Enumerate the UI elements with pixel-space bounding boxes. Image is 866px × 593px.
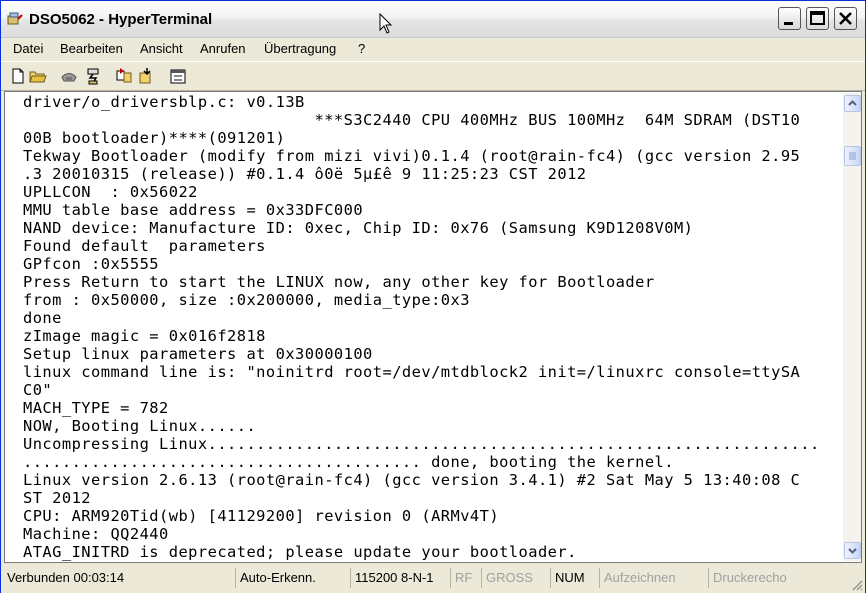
terminal-line: NOW, Booting Linux...... bbox=[23, 417, 257, 435]
terminal-line: NAND device: Manufacture ID: 0xec, Chip … bbox=[23, 219, 694, 237]
status-print-echo: Druckerecho bbox=[708, 568, 848, 588]
status-rf: RF bbox=[450, 568, 480, 588]
hyperterminal-window: DSO5062 - HyperTerminal Datei Bearbeiten… bbox=[0, 0, 866, 593]
terminal-line: ST 2012 bbox=[23, 489, 92, 507]
minimize-icon bbox=[784, 22, 793, 25]
terminal-line: driver/o_driversblp.c: v0.13B bbox=[23, 93, 305, 111]
terminal-line: from : 0x50000, size :0x200000, media_ty… bbox=[23, 291, 470, 309]
scroll-down-button[interactable] bbox=[844, 542, 861, 559]
resize-grip-icon[interactable] bbox=[851, 579, 863, 591]
mouse-cursor-icon bbox=[379, 13, 393, 34]
status-auto-detect: Auto-Erkenn. bbox=[235, 568, 349, 588]
window-title: DSO5062 - HyperTerminal bbox=[29, 11, 213, 28]
menu-bearbeiten[interactable]: Bearbeiten bbox=[60, 41, 123, 56]
terminal-line: MMU table base address = 0x33DFC000 bbox=[23, 201, 364, 219]
minimize-button[interactable] bbox=[778, 7, 801, 30]
terminal-line: Setup linux parameters at 0x30000100 bbox=[23, 345, 373, 363]
terminal-line: Tekway Bootloader (modify from mizi vivi… bbox=[23, 147, 801, 165]
vertical-scrollbar[interactable] bbox=[843, 93, 861, 561]
close-icon bbox=[839, 12, 852, 25]
terminal-line: UPLLCON : 0x56022 bbox=[23, 183, 198, 201]
chevron-down-icon bbox=[848, 548, 857, 554]
status-port-settings: 115200 8-N-1 bbox=[350, 568, 450, 588]
terminal-line: zImage magic = 0x016f2818 bbox=[23, 327, 266, 345]
terminal-line: done bbox=[23, 309, 62, 327]
terminal-line: Linux version 2.6.13 (root@rain-fc4) (gc… bbox=[23, 471, 801, 489]
menu-uebertragung[interactable]: Übertragung bbox=[264, 41, 336, 56]
new-icon[interactable] bbox=[9, 67, 27, 85]
toolbar bbox=[1, 61, 865, 91]
terminal-line: .3 20010315 (release)) #0.1.4 ô0ë 5µ£ê 9… bbox=[23, 165, 587, 183]
status-record: Aufzeichnen bbox=[599, 568, 707, 588]
terminal-line: ........................................… bbox=[23, 453, 674, 471]
menu-ansicht[interactable]: Ansicht bbox=[140, 41, 183, 56]
maximize-button[interactable] bbox=[806, 7, 829, 30]
properties-icon[interactable] bbox=[169, 67, 187, 85]
terminal-line: Found default parameters bbox=[23, 237, 266, 255]
menu-bar: Datei Bearbeiten Ansicht Anrufen Übertra… bbox=[1, 38, 865, 60]
menu-datei[interactable]: Datei bbox=[13, 41, 43, 56]
terminal-line: MACH_TYPE = 782 bbox=[23, 399, 169, 417]
status-caps-lock: GROSS bbox=[481, 568, 549, 588]
terminal-area[interactable]: driver/o_driversblp.c: v0.13B ***S3C2440… bbox=[4, 91, 862, 563]
terminal-line: Press Return to start the LINUX now, any… bbox=[23, 273, 655, 291]
title-bar[interactable]: DSO5062 - HyperTerminal bbox=[1, 1, 865, 38]
terminal-line: 00B bootloader)****(091201) bbox=[23, 129, 286, 147]
terminal-line: ATAG_INITRD is deprecated; please update… bbox=[23, 543, 577, 561]
terminal-output[interactable]: driver/o_driversblp.c: v0.13B ***S3C2440… bbox=[23, 93, 831, 561]
terminal-line: linux command line is: "noinitrd root=/d… bbox=[23, 363, 801, 381]
call-icon[interactable] bbox=[60, 67, 78, 85]
status-connection-time: Verbunden 00:03:14 bbox=[7, 570, 125, 585]
terminal-line: Uncompressing Linux.....................… bbox=[23, 435, 820, 453]
close-button[interactable] bbox=[834, 7, 857, 30]
scroll-up-button[interactable] bbox=[844, 95, 861, 112]
terminal-line: GPfcon :0x5555 bbox=[23, 255, 160, 273]
terminal-line: CPU: ARM920Tid(wb) [41129200] revision 0… bbox=[23, 507, 500, 525]
scroll-thumb[interactable] bbox=[844, 146, 861, 166]
grip-lines-icon bbox=[849, 152, 856, 160]
disconnect-icon[interactable] bbox=[84, 67, 102, 85]
chevron-up-icon bbox=[848, 100, 857, 106]
status-num-lock: NUM bbox=[550, 568, 598, 588]
terminal-line: C0" bbox=[23, 381, 53, 399]
send-icon[interactable] bbox=[115, 67, 133, 85]
menu-help[interactable]: ? bbox=[358, 41, 365, 56]
terminal-line: ***S3C2440 CPU 400MHz BUS 100MHz 64M SDR… bbox=[23, 111, 801, 129]
hyperterminal-app-icon bbox=[7, 12, 23, 25]
menu-anrufen[interactable]: Anrufen bbox=[200, 41, 246, 56]
receive-icon[interactable] bbox=[138, 67, 156, 85]
open-icon[interactable] bbox=[29, 67, 47, 85]
maximize-icon bbox=[810, 11, 825, 25]
status-bar: Verbunden 00:03:14 Auto-Erkenn. 115200 8… bbox=[1, 565, 865, 593]
terminal-line: Machine: QQ2440 bbox=[23, 525, 169, 543]
